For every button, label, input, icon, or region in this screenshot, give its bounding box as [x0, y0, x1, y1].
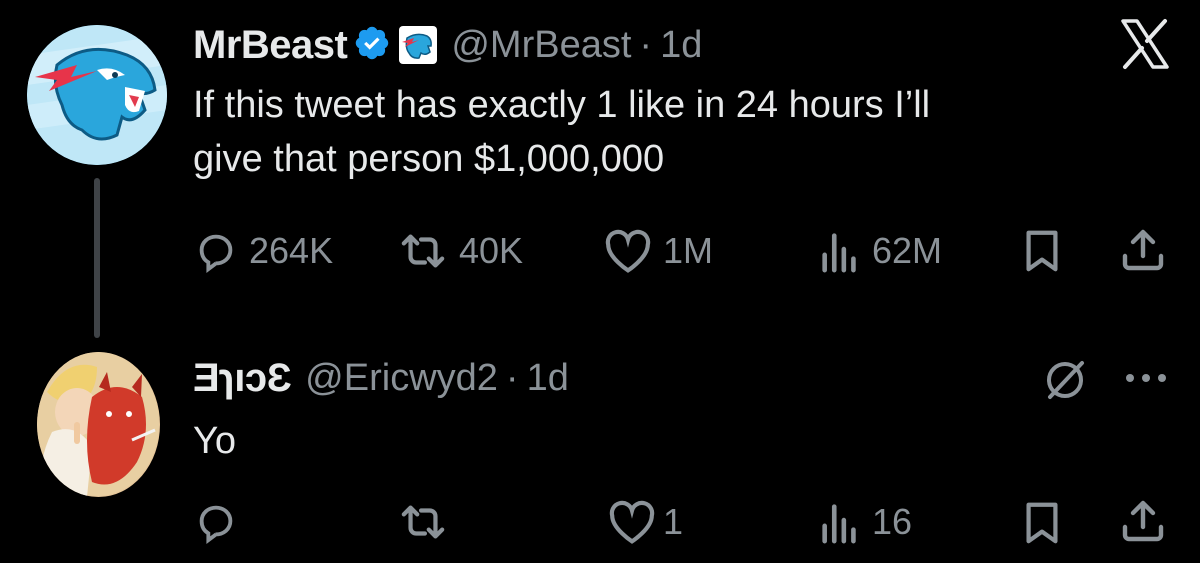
mrbeast-avatar[interactable] [27, 25, 167, 165]
reply-time[interactable]: 1d [527, 357, 569, 400]
reply-like-button[interactable]: 1 [607, 497, 683, 547]
tweet-separator: · [639, 23, 653, 66]
reply-icon [199, 505, 233, 545]
reply-handle[interactable]: @Ericwyd2 [305, 357, 498, 400]
share-button[interactable] [1118, 226, 1168, 279]
reply-views-count: 16 [872, 501, 913, 542]
mrbeast-panther-logo-icon [27, 25, 167, 165]
retweet-icon [401, 234, 445, 268]
reply-separator: · [505, 356, 519, 399]
reply-author-name[interactable]: ƎɿıɔƐ [193, 356, 292, 401]
heart-icon [609, 500, 655, 544]
reply-icon [199, 234, 233, 274]
tweet-author-name[interactable]: MrBeast [193, 23, 348, 68]
tweet-header: MrBeast @MrBeast · 1d [193, 20, 702, 70]
tweet-text-line-2: give that person $1,000,000 [193, 138, 665, 180]
reply-count: 264K [249, 230, 334, 271]
reply-retweet-button[interactable] [397, 497, 459, 547]
more-options-button[interactable] [1122, 368, 1170, 393]
retweet-count: 40K [459, 230, 524, 271]
like-count: 1M [663, 230, 714, 271]
more-dots-icon [1126, 374, 1166, 382]
reply-bookmark-button[interactable] [1022, 500, 1062, 551]
reply-reply-button[interactable] [193, 497, 249, 547]
reply-text: Yo [193, 420, 236, 462]
null-circle-icon [1040, 355, 1090, 410]
verified-badge-icon [353, 24, 391, 67]
views-count: 62M [872, 230, 943, 271]
reply-author-avatar[interactable] [37, 352, 160, 497]
reply-share-button[interactable] [1118, 497, 1168, 550]
reply-header: ƎɿıɔƐ @Ericwyd2 · 1d [193, 353, 569, 403]
share-icon [1122, 229, 1164, 271]
tweet-text: If this tweet has exactly 1 like in 24 h… [193, 78, 1153, 186]
views-bar-chart-icon [822, 233, 856, 273]
thread-connector-line [94, 178, 100, 338]
x-logo-icon [1115, 15, 1173, 73]
retweet-icon [401, 505, 445, 539]
mrbeast-affiliate-badge-icon [399, 26, 438, 64]
bookmark-button[interactable] [1022, 228, 1062, 279]
tweet-text-line-1: If this tweet has exactly 1 like in 24 h… [193, 84, 931, 126]
retweet-button[interactable]: 40K [397, 226, 523, 276]
bookmark-icon [1026, 230, 1058, 272]
heart-icon [605, 229, 651, 273]
bookmark-icon [1026, 502, 1058, 544]
views-button[interactable]: 62M [818, 226, 942, 276]
reply-button[interactable]: 264K [193, 226, 333, 276]
like-button[interactable]: 1M [603, 226, 713, 276]
share-icon [1122, 500, 1164, 542]
reply-like-count: 1 [663, 501, 684, 542]
reply-views-button[interactable]: 16 [818, 497, 912, 547]
views-bar-chart-icon [822, 504, 856, 544]
tweet-handle[interactable]: @MrBeast [451, 24, 631, 67]
tweet-time[interactable]: 1d [660, 24, 702, 67]
